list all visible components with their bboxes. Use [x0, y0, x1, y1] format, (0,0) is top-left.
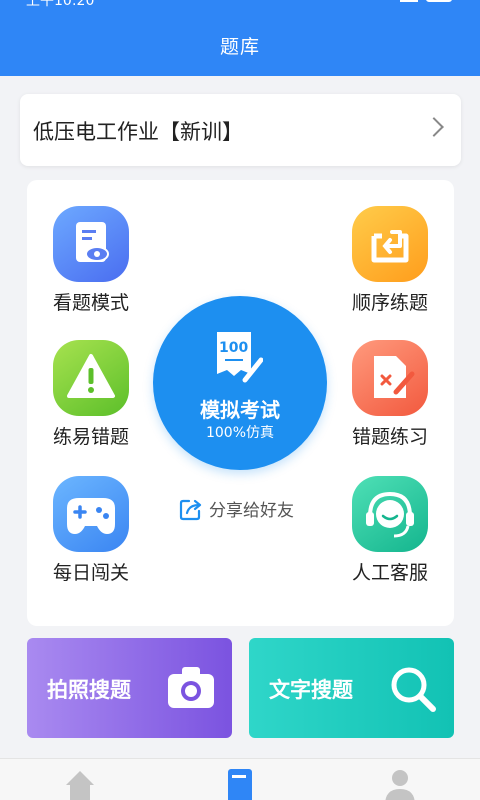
tab-question-bank[interactable] [220, 765, 260, 800]
share-label: 分享给好友 [209, 501, 294, 521]
subject-selector[interactable]: 低压电工作业【新训】 [20, 94, 461, 166]
daily-challenge-button[interactable]: 每日闯关 [31, 476, 151, 585]
mock-exam-button[interactable]: 100 模拟考试 100%仿真 [153, 296, 327, 470]
mock-exam-subtitle: 100%仿真 [205, 425, 275, 441]
exam-badge: 100 [219, 340, 248, 356]
status-time: 上午10:20 [26, 0, 95, 9]
share-icon [179, 499, 202, 520]
text-search-label: 文字搜题 [269, 678, 353, 702]
warning-icon [53, 340, 129, 416]
headset-icon [352, 476, 428, 552]
camera-icon [168, 667, 214, 708]
customer-service-label: 人工客服 [351, 562, 428, 584]
user-icon [385, 770, 415, 800]
tab-home[interactable] [60, 765, 100, 800]
subject-label: 低压电工作业【新训】 [33, 120, 243, 144]
share-button[interactable]: 分享给好友 [179, 496, 294, 521]
home-icon [66, 771, 94, 800]
tab-profile[interactable] [380, 765, 420, 800]
daily-challenge-label: 每日闯关 [52, 562, 129, 584]
error-prone-label: 练易错题 [52, 426, 129, 448]
chevron-right-icon [424, 117, 444, 137]
photo-search-button[interactable]: 拍照搜题 [27, 638, 232, 738]
exam-paper-icon: 100 [217, 332, 263, 383]
return-box-icon [352, 206, 428, 282]
sequential-practice-button[interactable]: 顺序练题 [330, 206, 450, 315]
wrong-practice-button[interactable]: 错题练习 [330, 340, 450, 449]
gamepad-icon [53, 476, 129, 552]
document-pencil-icon [352, 340, 428, 416]
bottom-tab-bar [0, 758, 480, 800]
status-bar: 上午10:20 [0, 0, 480, 10]
magnifier-icon [391, 667, 436, 712]
book-icon [228, 769, 252, 800]
wrong-practice-label: 错题练习 [351, 426, 428, 448]
feature-grid: 看题模式 顺序练题 练易错题 错题练习 每日闯关 人工客服 100 模拟考试 1… [27, 180, 454, 626]
view-mode-label: 看题模式 [52, 292, 129, 314]
page-title: 题库 [219, 36, 260, 58]
app-header: 上午10:20 题库 [0, 0, 480, 76]
text-search-button[interactable]: 文字搜题 [249, 638, 454, 738]
view-mode-button[interactable]: 看题模式 [31, 206, 151, 315]
battery-icon [426, 0, 452, 2]
status-icons [400, 0, 452, 2]
sequential-practice-label: 顺序练题 [351, 292, 428, 314]
error-prone-button[interactable]: 练易错题 [31, 340, 151, 449]
photo-search-label: 拍照搜题 [47, 678, 131, 702]
signal-icon [400, 0, 418, 2]
mock-exam-title: 模拟考试 [200, 398, 280, 422]
eye-document-icon [53, 206, 129, 282]
customer-service-button[interactable]: 人工客服 [330, 476, 450, 585]
